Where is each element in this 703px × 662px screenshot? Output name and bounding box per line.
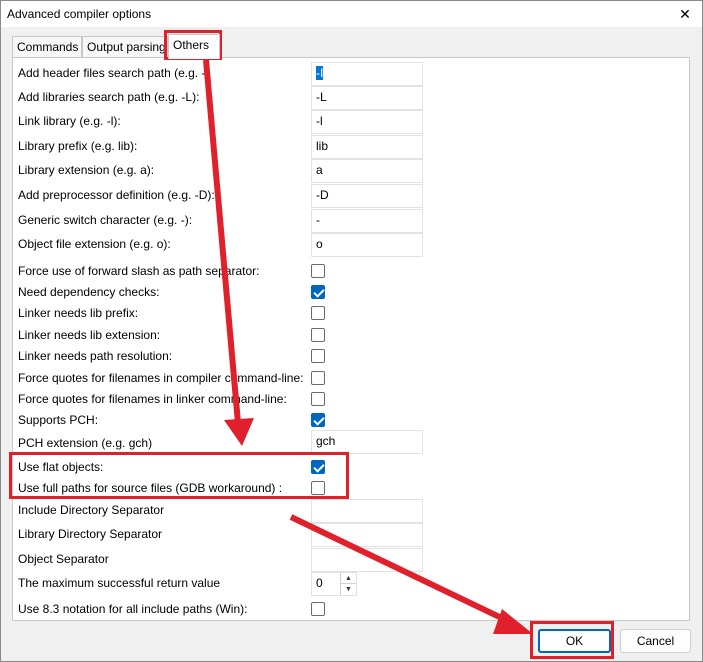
ok-button[interactable]: OK xyxy=(538,629,611,653)
lib-extension-needed-label: Linker needs lib extension: xyxy=(18,328,161,342)
title-bar: Advanced compiler options ✕ xyxy=(1,1,702,27)
object-extension-label: Object file extension (e.g. o): xyxy=(18,237,171,251)
supports-pch-label: Supports PCH: xyxy=(18,413,99,427)
link-library-label: Link library (e.g. -l): xyxy=(18,114,121,128)
row-link-library: Link library (e.g. -l): -l xyxy=(13,110,673,134)
close-icon: ✕ xyxy=(679,5,691,22)
spin-up-icon[interactable]: ▲ xyxy=(341,573,356,584)
window-title: Advanced compiler options xyxy=(7,7,152,21)
row-lib-prefix-needed: Linker needs lib prefix: xyxy=(13,302,673,326)
lib-prefix-needed-checkbox[interactable] xyxy=(311,306,325,320)
dependency-checks-label: Need dependency checks: xyxy=(18,285,160,299)
max-return-label: The maximum successful return value xyxy=(18,576,221,590)
row-library-extension: Library extension (e.g. a): a xyxy=(13,159,673,183)
row-lib-search-path: Add libraries search path (e.g. -L): -L xyxy=(13,86,673,110)
header-search-path-input[interactable]: -I xyxy=(311,62,423,86)
include-separator-label: Include Directory Separator xyxy=(18,503,165,517)
library-separator-input[interactable] xyxy=(311,523,423,547)
forward-slash-checkbox[interactable] xyxy=(311,264,325,278)
row-full-paths: Use full paths for source files (GDB wor… xyxy=(13,477,673,501)
dependency-checks-checkbox[interactable] xyxy=(311,285,325,299)
link-library-input[interactable]: -l xyxy=(311,110,423,134)
tab-label: Output parsing xyxy=(87,40,166,54)
tab-label: Commands xyxy=(17,40,79,54)
notation-83-label: Use 8.3 notation for all include paths (… xyxy=(18,602,248,616)
library-prefix-input[interactable]: lib xyxy=(311,135,423,159)
cancel-button-label: Cancel xyxy=(636,634,675,648)
full-paths-label: Use full paths for source files (GDB wor… xyxy=(18,481,283,495)
full-paths-checkbox[interactable] xyxy=(311,481,325,495)
object-extension-input[interactable]: o xyxy=(311,233,423,257)
cancel-button[interactable]: Cancel xyxy=(620,629,691,653)
object-separator-input[interactable] xyxy=(311,548,423,572)
row-library-separator: Library Directory Separator xyxy=(13,523,673,547)
pch-extension-input[interactable]: gch xyxy=(311,430,423,454)
library-extension-label: Library extension (e.g. a): xyxy=(18,163,155,177)
quotes-compiler-checkbox[interactable] xyxy=(311,371,325,385)
header-search-path-value: -I xyxy=(316,66,324,80)
spin-down-icon[interactable]: ▼ xyxy=(341,584,356,595)
row-object-separator: Object Separator xyxy=(13,548,673,572)
library-extension-input[interactable]: a xyxy=(311,159,423,183)
supports-pch-checkbox[interactable] xyxy=(311,413,325,427)
switch-character-label: Generic switch character (e.g. -): xyxy=(18,213,193,227)
tab-label: Others xyxy=(173,38,210,52)
row-pch-extension: PCH extension (e.g. gch) gch xyxy=(13,430,673,454)
spin-buttons: ▲ ▼ xyxy=(340,573,356,595)
ok-button-label: OK xyxy=(565,634,584,648)
library-separator-label: Library Directory Separator xyxy=(18,527,163,541)
switch-character-input[interactable]: - xyxy=(311,209,423,233)
others-panel: Add header files search path (e.g. - -I … xyxy=(12,57,690,621)
lib-search-path-label: Add libraries search path (e.g. -L): xyxy=(18,90,200,104)
row-include-separator: Include Directory Separator xyxy=(13,499,673,523)
object-separator-label: Object Separator xyxy=(18,552,109,566)
tab-output-parsing[interactable]: Output parsing xyxy=(82,36,168,58)
flat-objects-label: Use flat objects: xyxy=(18,460,104,474)
row-max-return: The maximum successful return value 0 ▲ … xyxy=(13,572,673,596)
notation-83-checkbox[interactable] xyxy=(311,602,325,616)
forward-slash-label: Force use of forward slash as path separ… xyxy=(18,264,260,278)
row-path-resolution: Linker needs path resolution: xyxy=(13,345,673,369)
flat-objects-checkbox[interactable] xyxy=(311,460,325,474)
lib-search-path-input[interactable]: -L xyxy=(311,86,423,110)
quotes-linker-checkbox[interactable] xyxy=(311,392,325,406)
quotes-compiler-label: Force quotes for filenames in compiler c… xyxy=(18,371,304,385)
max-return-value: 0 xyxy=(316,576,323,590)
close-button[interactable]: ✕ xyxy=(668,1,702,27)
pch-extension-label: PCH extension (e.g. gch) xyxy=(18,436,153,450)
row-object-extension: Object file extension (e.g. o): o xyxy=(13,233,673,257)
preprocessor-definition-input[interactable]: -D xyxy=(311,184,423,208)
lib-prefix-needed-label: Linker needs lib prefix: xyxy=(18,306,139,320)
dialog-window: Advanced compiler options ✕ Commands Out… xyxy=(0,0,703,662)
lib-extension-needed-checkbox[interactable] xyxy=(311,328,325,342)
include-separator-input[interactable] xyxy=(311,499,423,523)
preprocessor-definition-label: Add preprocessor definition (e.g. -D): xyxy=(18,188,215,202)
row-header-search-path: Add header files search path (e.g. - -I xyxy=(13,62,673,86)
quotes-linker-label: Force quotes for filenames in linker com… xyxy=(18,392,287,406)
tab-commands[interactable]: Commands xyxy=(12,36,82,58)
path-resolution-checkbox[interactable] xyxy=(311,349,325,363)
row-notation-83: Use 8.3 notation for all include paths (… xyxy=(13,598,673,622)
row-switch-character: Generic switch character (e.g. -): - xyxy=(13,209,673,233)
row-library-prefix: Library prefix (e.g. lib): lib xyxy=(13,135,673,159)
max-return-spinbox[interactable]: 0 ▲ ▼ xyxy=(311,572,357,596)
path-resolution-label: Linker needs path resolution: xyxy=(18,349,173,363)
header-search-path-label: Add header files search path (e.g. - xyxy=(18,66,206,80)
tab-others[interactable]: Others xyxy=(168,34,220,59)
row-preprocessor-definition: Add preprocessor definition (e.g. -D): -… xyxy=(13,184,673,208)
library-prefix-label: Library prefix (e.g. lib): xyxy=(18,139,138,153)
